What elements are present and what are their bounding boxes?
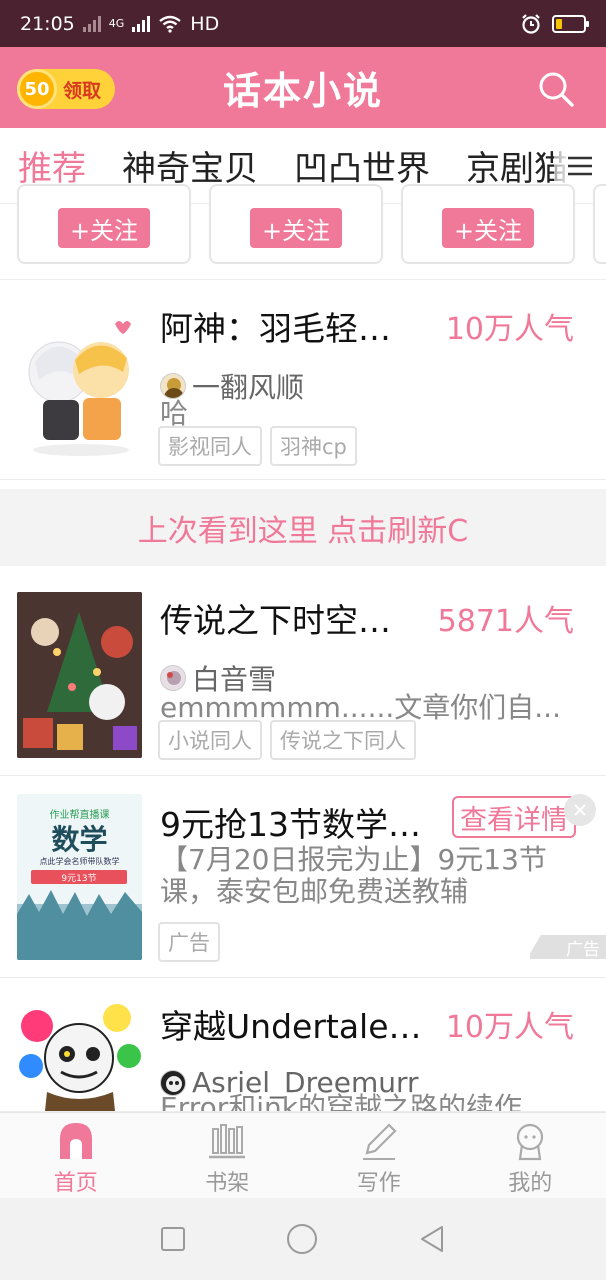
alarm-icon xyxy=(522,13,540,34)
story-tag[interactable]: 小说同人 xyxy=(158,720,262,760)
home-button-icon[interactable] xyxy=(286,1223,318,1255)
tab-pokemon[interactable]: 神奇宝贝 xyxy=(122,141,258,190)
nav-label: 书架 xyxy=(205,1171,250,1196)
tab-aotu-world[interactable]: 凹凸世界 xyxy=(294,141,430,190)
network-type: 4G xyxy=(108,17,125,30)
nav-label: 首页 xyxy=(53,1171,98,1196)
story-cover xyxy=(17,592,142,758)
ad-cover-subtitle: 点此学会名师带队数学 xyxy=(39,857,120,866)
bottom-navigation: 首页 书架 写作 我的 xyxy=(0,1112,606,1198)
ad-cover-badge: 9元13节 xyxy=(61,874,97,884)
ad-mark: 广告 xyxy=(530,935,606,960)
status-bar: 21:05 4G HD xyxy=(0,0,606,47)
wifi-icon xyxy=(159,15,182,33)
popularity-count: 5871人气 xyxy=(437,604,574,639)
coin-icon: 50 xyxy=(17,69,57,109)
story-tag[interactable]: 影视同人 xyxy=(158,426,262,466)
status-time: 21:05 xyxy=(20,12,75,35)
app-header: 50 领取 话本小说 xyxy=(0,47,606,128)
story-tags: 小说同人 传说之下同人 xyxy=(158,720,416,760)
nav-label: 我的 xyxy=(508,1171,553,1196)
app-screen: 21:05 4G HD 50 领取 话本小说 推荐 神奇宝贝 凹凸世界 京剧猫 … xyxy=(0,0,606,1280)
follow-cards-row: +关注 +关注 +关注 xyxy=(0,184,606,280)
view-details-button[interactable]: 查看详情 xyxy=(452,796,576,838)
follow-card[interactable]: +关注 xyxy=(17,184,191,264)
claim-coins-button[interactable]: 50 领取 xyxy=(17,69,115,109)
popularity-count: 10万人气 xyxy=(445,312,574,347)
signal-icon xyxy=(82,15,101,32)
story-item[interactable]: 阿神：羽毛轻点... 10万人气 一翻风顺 哈 影视同人 羽神cp xyxy=(0,280,606,480)
story-item[interactable]: 穿越Undertale还... 10万人气 Asriel_Dreemurr Er… xyxy=(0,978,606,1112)
bookshelf-icon xyxy=(209,1124,246,1159)
nav-bookshelf[interactable]: 书架 xyxy=(152,1113,304,1198)
tab-jingju-cat[interactable]: 京剧猫 xyxy=(466,141,568,190)
ad-tag: 广告 xyxy=(158,922,220,962)
story-description: Error和ink的穿越之路的续作 xyxy=(160,1092,522,1112)
story-tags: 影视同人 羽神cp xyxy=(158,426,357,466)
ad-cover-title: 数学 xyxy=(51,823,108,856)
back-icon[interactable] xyxy=(418,1224,446,1254)
follow-button[interactable]: +关注 xyxy=(58,208,150,248)
story-item[interactable]: 传说之下时空救... 5871人气 白音雪 emmmmmm......文章你们自… xyxy=(0,566,606,776)
ad-item[interactable]: 作业帮直播课 数学 点此学会名师带队数学 9元13节 9元抢13节数学课... … xyxy=(0,776,606,978)
follow-button[interactable]: +关注 xyxy=(250,208,342,248)
story-title: 穿越Undertale还... xyxy=(160,1007,432,1046)
author-avatar xyxy=(160,373,186,399)
close-icon xyxy=(574,804,586,816)
ad-tags: 广告 xyxy=(158,922,220,962)
nav-label: 写作 xyxy=(356,1171,401,1196)
story-tag[interactable]: 传说之下同人 xyxy=(270,720,416,760)
story-title: 传说之下时空救... xyxy=(160,601,422,640)
story-cover xyxy=(17,996,142,1111)
follow-card[interactable]: +关注 xyxy=(401,184,575,264)
follow-card[interactable] xyxy=(593,184,606,264)
story-cover xyxy=(17,302,142,468)
popularity-count: 10万人气 xyxy=(445,1010,574,1045)
ad-description: 【7月20日报完为止】9元13节课，泰安包邮免费送教辅 xyxy=(160,844,547,908)
close-ad-button[interactable] xyxy=(564,794,596,826)
tab-recommend[interactable]: 推荐 xyxy=(18,141,86,203)
follow-card[interactable]: +关注 xyxy=(209,184,383,264)
profile-icon xyxy=(517,1123,544,1161)
ad-title: 9元抢13节数学课... xyxy=(160,805,446,844)
battery-icon xyxy=(552,14,589,33)
system-navigation-bar xyxy=(0,1198,606,1280)
refresh-bar[interactable]: 上次看到这里 点击刷新C xyxy=(0,489,606,566)
pencil-icon xyxy=(362,1123,397,1160)
nav-write[interactable]: 写作 xyxy=(303,1113,455,1198)
app-title: 话本小说 xyxy=(222,69,383,113)
ad-cover: 作业帮直播课 数学 点此学会名师带队数学 9元13节 xyxy=(17,794,142,960)
story-tag[interactable]: 羽神cp xyxy=(270,426,357,466)
recent-apps-icon[interactable] xyxy=(160,1226,186,1252)
menu-icon xyxy=(568,156,592,175)
nav-home[interactable]: 首页 xyxy=(0,1113,152,1198)
signal-4g-icon xyxy=(132,15,151,32)
nav-profile[interactable]: 我的 xyxy=(455,1113,606,1198)
wifi-label: HD xyxy=(190,12,220,35)
follow-button[interactable]: +关注 xyxy=(442,208,534,248)
home-icon xyxy=(59,1123,92,1159)
search-icon[interactable] xyxy=(536,69,576,109)
story-title: 阿神：羽毛轻点... xyxy=(160,309,422,348)
claim-label: 领取 xyxy=(63,79,102,102)
author-avatar xyxy=(160,665,186,691)
